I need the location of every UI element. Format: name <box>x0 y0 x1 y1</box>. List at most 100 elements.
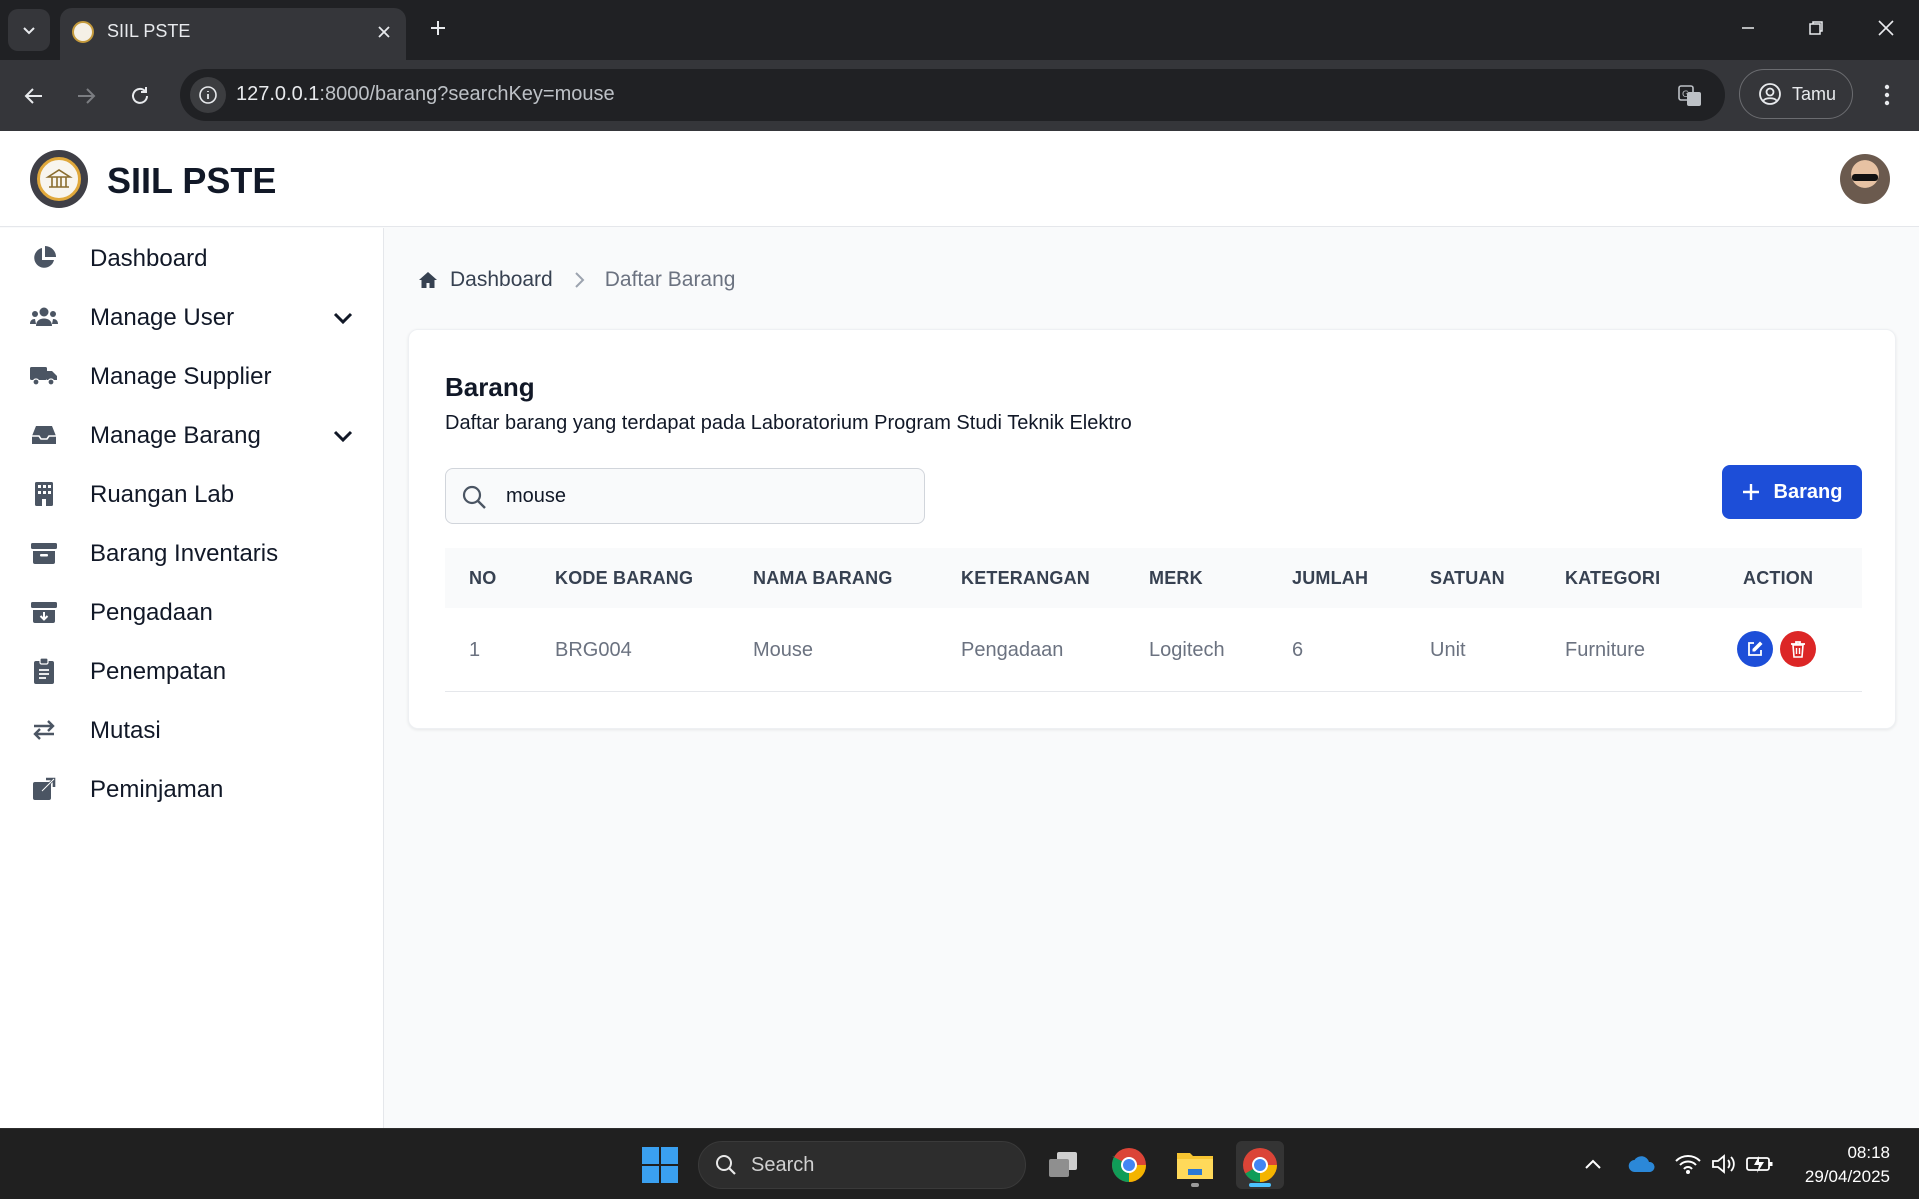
translate-icon: G <box>1678 85 1701 106</box>
app-title: SIIL PSTE <box>107 160 277 201</box>
back-button[interactable] <box>14 76 54 116</box>
column-header: ACTION <box>1743 568 1814 588</box>
add-barang-button[interactable]: Barang <box>1722 465 1862 519</box>
sidebar-item-peminjaman[interactable]: Peminjaman <box>0 759 384 819</box>
tab-search-button[interactable] <box>8 9 50 51</box>
reload-button[interactable] <box>120 76 160 116</box>
sidebar-item-pengadaan[interactable]: Pengadaan <box>0 582 384 642</box>
app-running-indicator <box>1191 1183 1199 1187</box>
delete-button[interactable] <box>1780 631 1816 667</box>
breadcrumb-current: Daftar Barang <box>604 268 736 291</box>
forward-button[interactable] <box>66 76 106 116</box>
cell-keterangan: Pengadaan <box>961 639 1064 661</box>
sidebar-item-ruangan-lab[interactable]: Ruangan Lab <box>0 464 384 524</box>
system-clock[interactable]: 08:18 29/04/2025 <box>1790 1141 1890 1189</box>
account-circle-icon <box>1759 83 1781 105</box>
logo-emblem-icon <box>37 157 81 201</box>
trash-icon <box>1791 641 1805 658</box>
breadcrumb-home-link[interactable]: Dashboard <box>418 268 553 292</box>
windows-taskbar: Search 08:18 29/04/2025 <box>0 1128 1919 1199</box>
search-box[interactable] <box>445 468 925 524</box>
external-link-icon <box>30 775 58 803</box>
show-hidden-icons-button[interactable] <box>1578 1149 1608 1179</box>
tab-close-button[interactable] <box>370 18 398 46</box>
profile-button[interactable]: Tamu <box>1739 69 1853 119</box>
sidebar: Dashboard Manage User Manage Supplier Ma… <box>0 228 384 1128</box>
sidebar-item-label: Dashboard <box>90 245 208 272</box>
plus-icon <box>431 21 445 35</box>
sidebar-item-penempatan[interactable]: Penempatan <box>0 641 384 701</box>
volume-icon[interactable] <box>1709 1149 1739 1179</box>
url-host: 127.0.0.1 <box>236 83 320 105</box>
taskbar-app-file-explorer[interactable] <box>1171 1141 1219 1189</box>
onedrive-icon[interactable] <box>1627 1149 1657 1179</box>
close-icon <box>1878 20 1894 36</box>
chevron-down-icon[interactable] <box>330 305 356 331</box>
folder-icon <box>1177 1153 1213 1179</box>
barang-table: NO KODE BARANG NAMA BARANG KETERANGAN ME… <box>445 548 1862 692</box>
user-avatar[interactable] <box>1840 154 1890 204</box>
table-header: NO KODE BARANG NAMA BARANG KETERANGAN ME… <box>445 548 1862 608</box>
sidebar-item-dashboard[interactable]: Dashboard <box>0 228 384 288</box>
app-active-indicator <box>1249 1183 1271 1187</box>
sidebar-item-label: Peminjaman <box>90 776 224 803</box>
sidebar-item-label: Barang Inventaris <box>90 540 279 567</box>
chevron-right-icon <box>573 271 585 289</box>
pie-chart-icon <box>30 244 58 272</box>
archive-download-icon <box>30 598 58 626</box>
barang-card: Barang Daftar barang yang terdapat pada … <box>408 329 1896 729</box>
column-header: JUMLAH <box>1292 568 1369 588</box>
clipboard-icon <box>30 657 58 685</box>
taskbar-app-chrome-active[interactable] <box>1236 1141 1284 1189</box>
breadcrumb: Dashboard Daftar Barang <box>418 265 735 295</box>
chrome-icon <box>1243 1148 1277 1182</box>
cell-merk: Logitech <box>1149 639 1225 661</box>
windows-logo-icon <box>642 1147 678 1183</box>
sidebar-item-manage-barang[interactable]: Manage Barang <box>0 405 384 465</box>
sidebar-item-label: Manage Barang <box>90 422 261 449</box>
edit-icon <box>1748 641 1763 656</box>
browser-tab[interactable]: SIIL PSTE <box>60 8 406 60</box>
minimize-button[interactable] <box>1720 6 1776 50</box>
translate-button[interactable]: G <box>1675 81 1705 111</box>
address-bar[interactable]: 127.0.0.1:8000/barang?searchKey=mouse G <box>180 69 1725 121</box>
sidebar-item-manage-supplier[interactable]: Manage Supplier <box>0 346 384 406</box>
close-icon <box>378 26 390 38</box>
users-icon <box>30 303 58 331</box>
new-tab-button[interactable] <box>420 10 456 46</box>
sidebar-item-barang-inventaris[interactable]: Barang Inventaris <box>0 523 384 583</box>
column-header: KATEGORI <box>1565 568 1661 588</box>
search-input[interactable] <box>506 469 906 523</box>
table-row[interactable]: 1 BRG004 Mouse Pengadaan Logitech 6 Unit… <box>445 608 1862 692</box>
app-header: SIIL PSTE <box>0 131 1919 227</box>
browser-menu-button[interactable] <box>1870 75 1904 115</box>
minimize-icon <box>1742 27 1754 29</box>
restore-button[interactable] <box>1788 6 1844 50</box>
chrome-icon <box>1112 1148 1146 1182</box>
wifi-icon[interactable] <box>1673 1149 1703 1179</box>
battery-charging-icon[interactable] <box>1745 1149 1775 1179</box>
url-text[interactable]: 127.0.0.1:8000/barang?searchKey=mouse <box>236 83 615 106</box>
add-barang-label: Barang <box>1773 480 1843 503</box>
more-vertical-icon <box>1884 84 1890 106</box>
clock-date: 29/04/2025 <box>1804 1167 1890 1186</box>
search-icon <box>460 483 488 511</box>
chevron-down-icon <box>23 27 35 35</box>
sidebar-item-label: Manage Supplier <box>90 363 272 390</box>
swap-arrows-icon <box>30 716 58 744</box>
taskbar-app-chrome[interactable] <box>1105 1141 1153 1189</box>
sidebar-item-label: Pengadaan <box>90 599 213 626</box>
taskbar-search[interactable]: Search <box>698 1141 1026 1189</box>
taskbar-app-task-view[interactable] <box>1040 1141 1088 1189</box>
site-info-button[interactable] <box>190 77 226 113</box>
close-window-button[interactable] <box>1858 6 1914 50</box>
truck-icon <box>30 362 58 390</box>
sidebar-item-manage-user[interactable]: Manage User <box>0 287 384 347</box>
column-header: MERK <box>1149 568 1203 588</box>
app-logo[interactable] <box>30 150 88 208</box>
start-button[interactable] <box>642 1147 678 1183</box>
svg-text:G: G <box>1682 90 1689 100</box>
chevron-down-icon[interactable] <box>330 423 356 449</box>
sidebar-item-mutasi[interactable]: Mutasi <box>0 700 384 760</box>
edit-button[interactable] <box>1737 631 1773 667</box>
